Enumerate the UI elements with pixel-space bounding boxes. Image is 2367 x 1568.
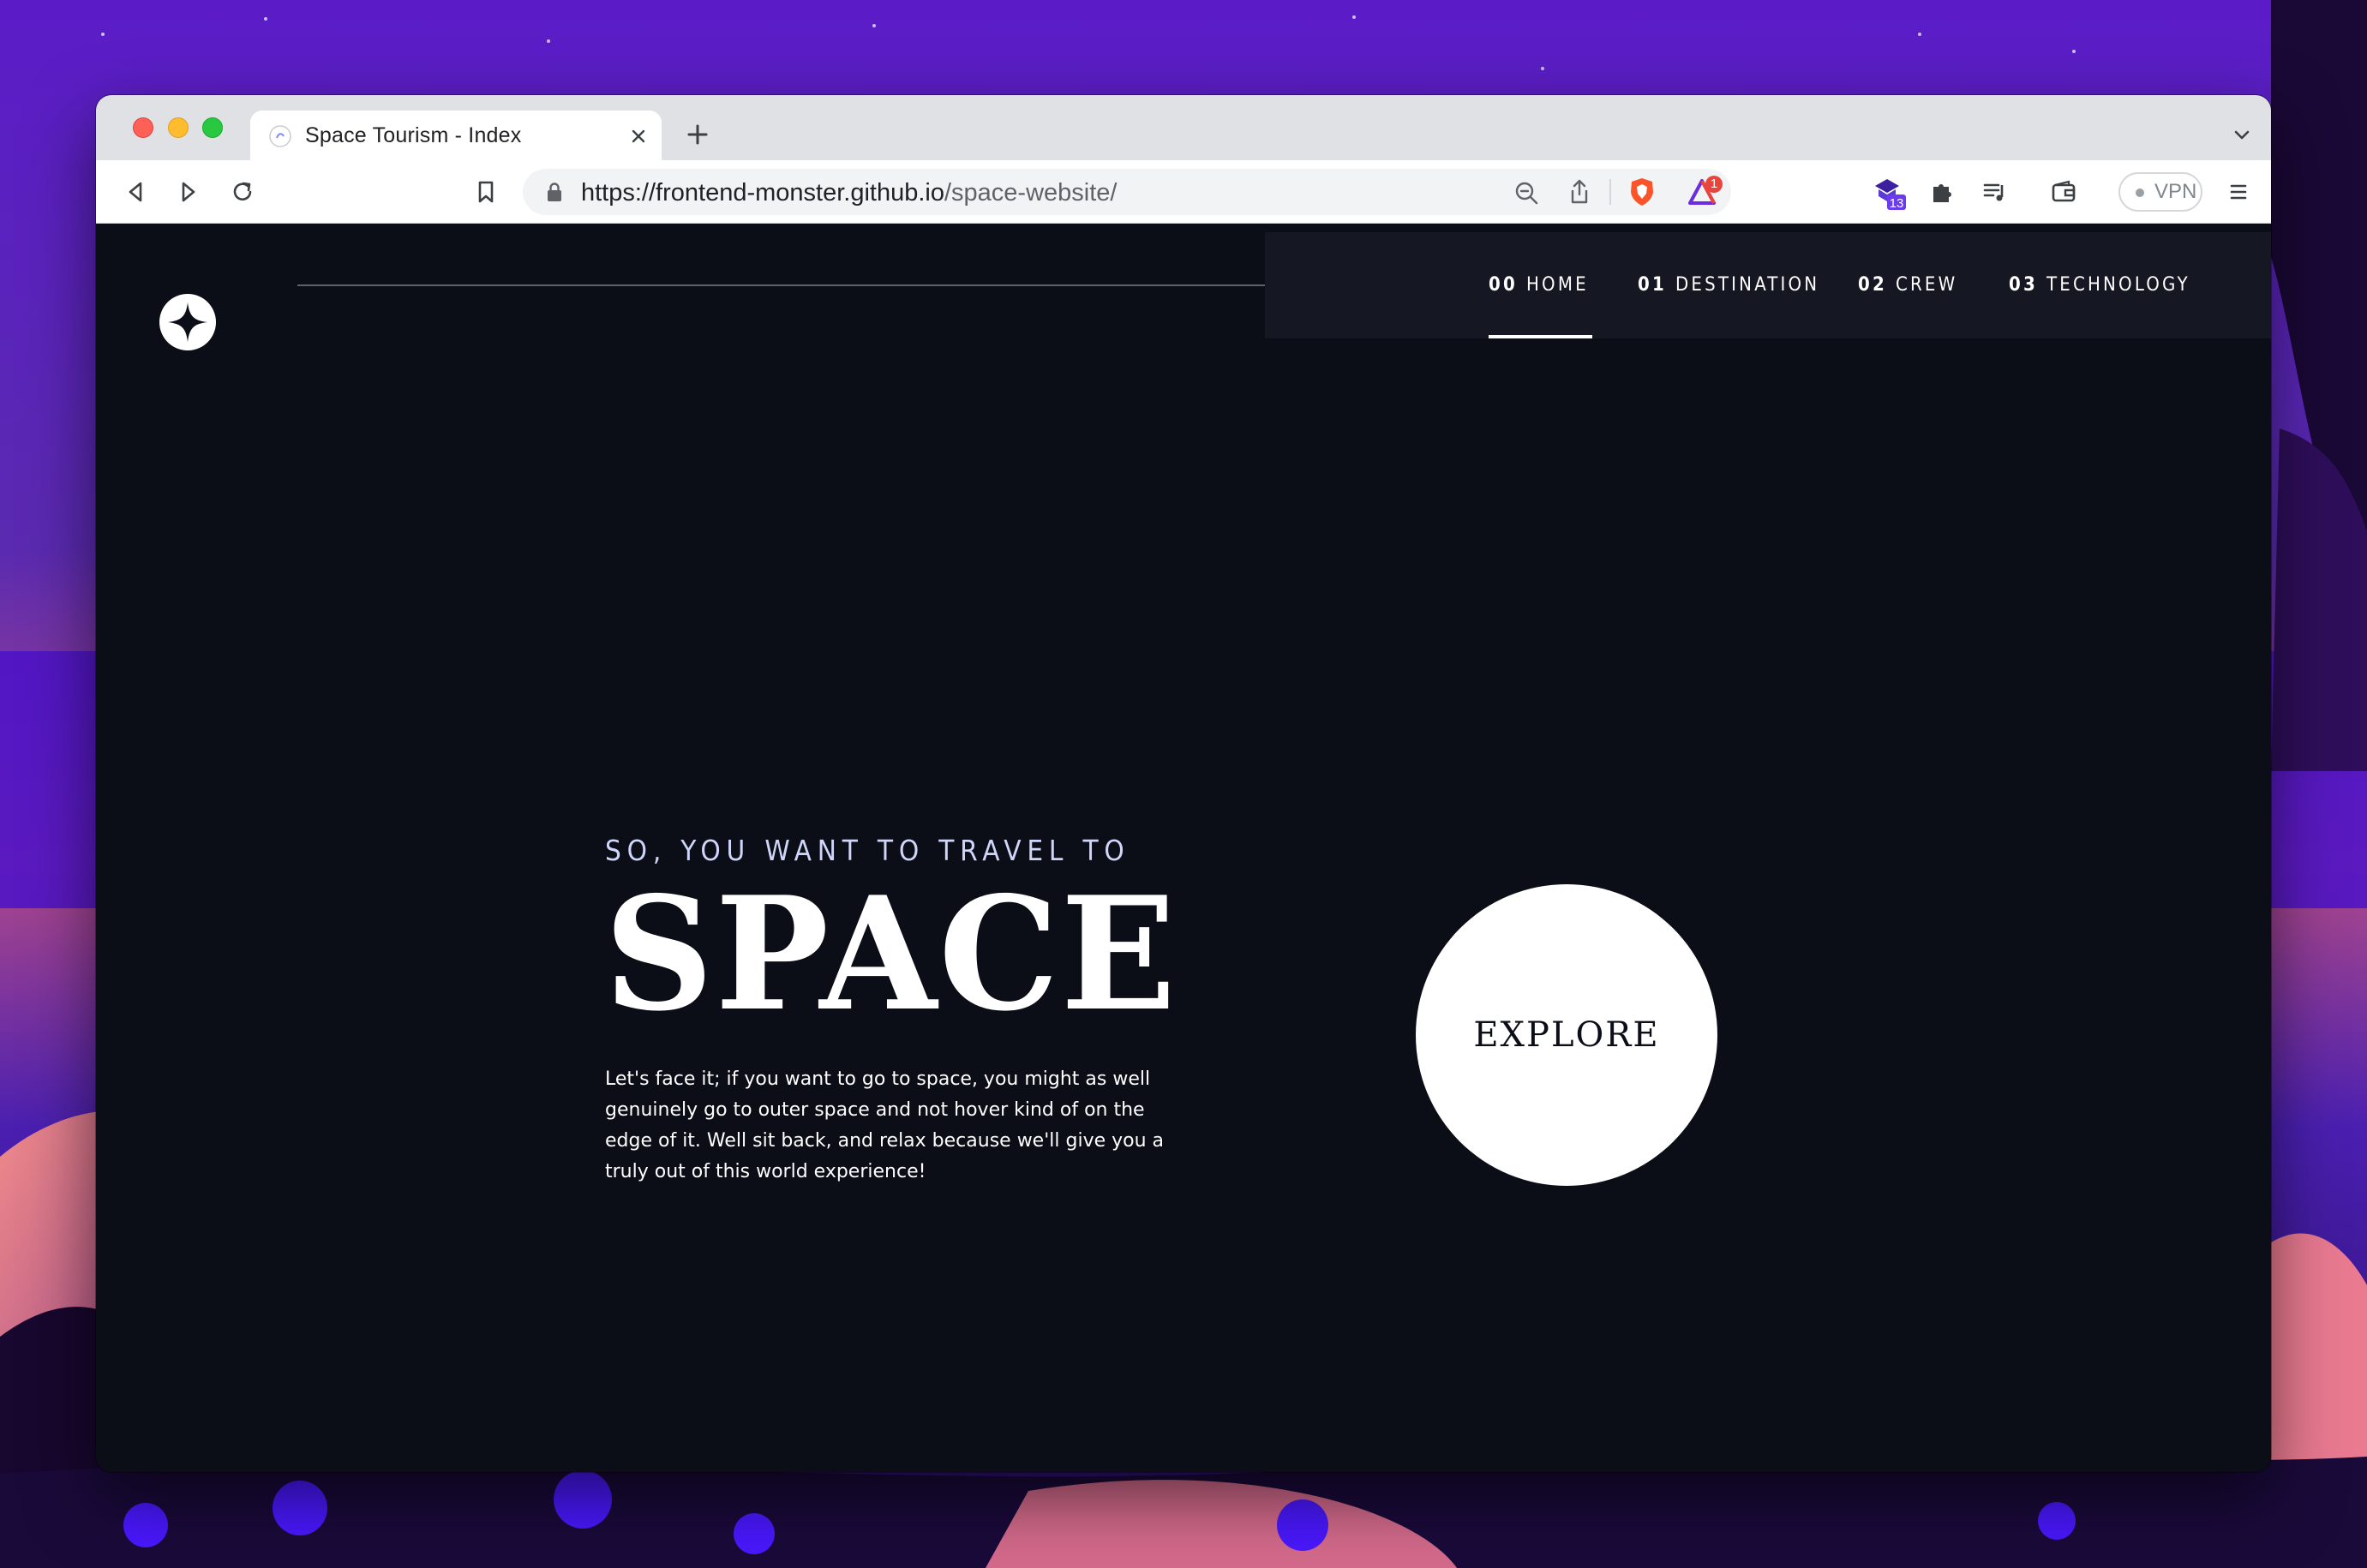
fullscreen-window-button[interactable] bbox=[202, 117, 223, 138]
new-tab-icon[interactable] bbox=[684, 121, 711, 148]
back-icon[interactable] bbox=[122, 178, 149, 206]
nav-item-destination[interactable]: 01 DESTINATION bbox=[1638, 232, 1819, 338]
vpn-button[interactable]: VPN bbox=[2118, 172, 2202, 212]
vpn-status-icon bbox=[2136, 189, 2144, 197]
close-window-button[interactable] bbox=[133, 117, 153, 138]
media-playlist-icon[interactable] bbox=[1981, 178, 2009, 206]
nav-number: 02 bbox=[1858, 274, 1887, 296]
nav-number: 03 bbox=[2009, 274, 2038, 296]
tab-strip: Space Tourism - Index bbox=[96, 95, 2271, 160]
favicon-icon bbox=[269, 125, 291, 147]
nav-item-technology[interactable]: 03 TECHNOLOGY bbox=[2009, 232, 2190, 338]
web-page: 00 HOME 01 DESTINATION 02 CREW 03 TECHNOLOGY… bbox=[96, 224, 2271, 1472]
share-icon[interactable] bbox=[1567, 178, 1592, 206]
nav-item-crew[interactable]: 02 CREW bbox=[1858, 232, 1957, 338]
menu-icon[interactable] bbox=[2228, 178, 2249, 206]
chevron-down-icon[interactable] bbox=[2232, 124, 2252, 145]
notification-count: 1 bbox=[1710, 177, 1718, 191]
zoom-out-icon[interactable] bbox=[1513, 180, 1539, 206]
hero-title: SPACE bbox=[604, 862, 1178, 1045]
explore-label: EXPLORE bbox=[1473, 1015, 1660, 1055]
primary-nav: 00 HOME 01 DESTINATION 02 CREW 03 TECHNOLOGY bbox=[1265, 232, 2271, 338]
brave-shields-icon[interactable] bbox=[1627, 177, 1657, 207]
nav-item-home[interactable]: 00 HOME bbox=[1489, 232, 1592, 338]
url-text[interactable]: https://frontend-monster.github.io/space… bbox=[581, 179, 1117, 206]
nav-label: DESTINATION bbox=[1675, 274, 1820, 296]
browser-toolbar: https://frontend-monster.github.io/space… bbox=[96, 160, 2271, 224]
address-bar[interactable]: https://frontend-monster.github.io/space… bbox=[523, 169, 1731, 215]
url-host: https://frontend-monster.github.io bbox=[581, 179, 944, 206]
extension-count: 13 bbox=[1889, 196, 1904, 211]
forward-icon[interactable] bbox=[175, 178, 202, 206]
reload-icon[interactable] bbox=[229, 178, 256, 206]
minimize-window-button[interactable] bbox=[168, 117, 189, 138]
header-divider-line bbox=[297, 284, 1302, 286]
toolbar-divider bbox=[1609, 179, 1611, 205]
tab-title: Space Tourism - Index bbox=[305, 123, 522, 147]
browser-window: Space Tourism - Index https://frontend-m… bbox=[96, 95, 2271, 1472]
extensions-puzzle-icon[interactable] bbox=[1928, 178, 1956, 206]
nav-number: 00 bbox=[1489, 274, 1518, 296]
star-logo-icon[interactable] bbox=[159, 294, 216, 350]
close-tab-icon[interactable] bbox=[627, 125, 650, 147]
nav-label: HOME bbox=[1525, 274, 1589, 296]
explore-button[interactable]: EXPLORE bbox=[1416, 884, 1717, 1186]
nav-label: TECHNOLOGY bbox=[2046, 274, 2190, 296]
tab-space-tourism[interactable]: Space Tourism - Index bbox=[250, 111, 662, 160]
vpn-label: VPN bbox=[2154, 180, 2197, 203]
nav-number: 01 bbox=[1638, 274, 1667, 296]
wallet-icon[interactable] bbox=[2050, 178, 2077, 206]
url-path: /space-website/ bbox=[944, 179, 1118, 206]
hero-description: Let's face it; if you want to go to spac… bbox=[605, 1068, 1165, 1182]
bookmark-icon[interactable] bbox=[472, 178, 500, 206]
lock-icon bbox=[548, 183, 561, 201]
nav-label: CREW bbox=[1895, 274, 1958, 296]
